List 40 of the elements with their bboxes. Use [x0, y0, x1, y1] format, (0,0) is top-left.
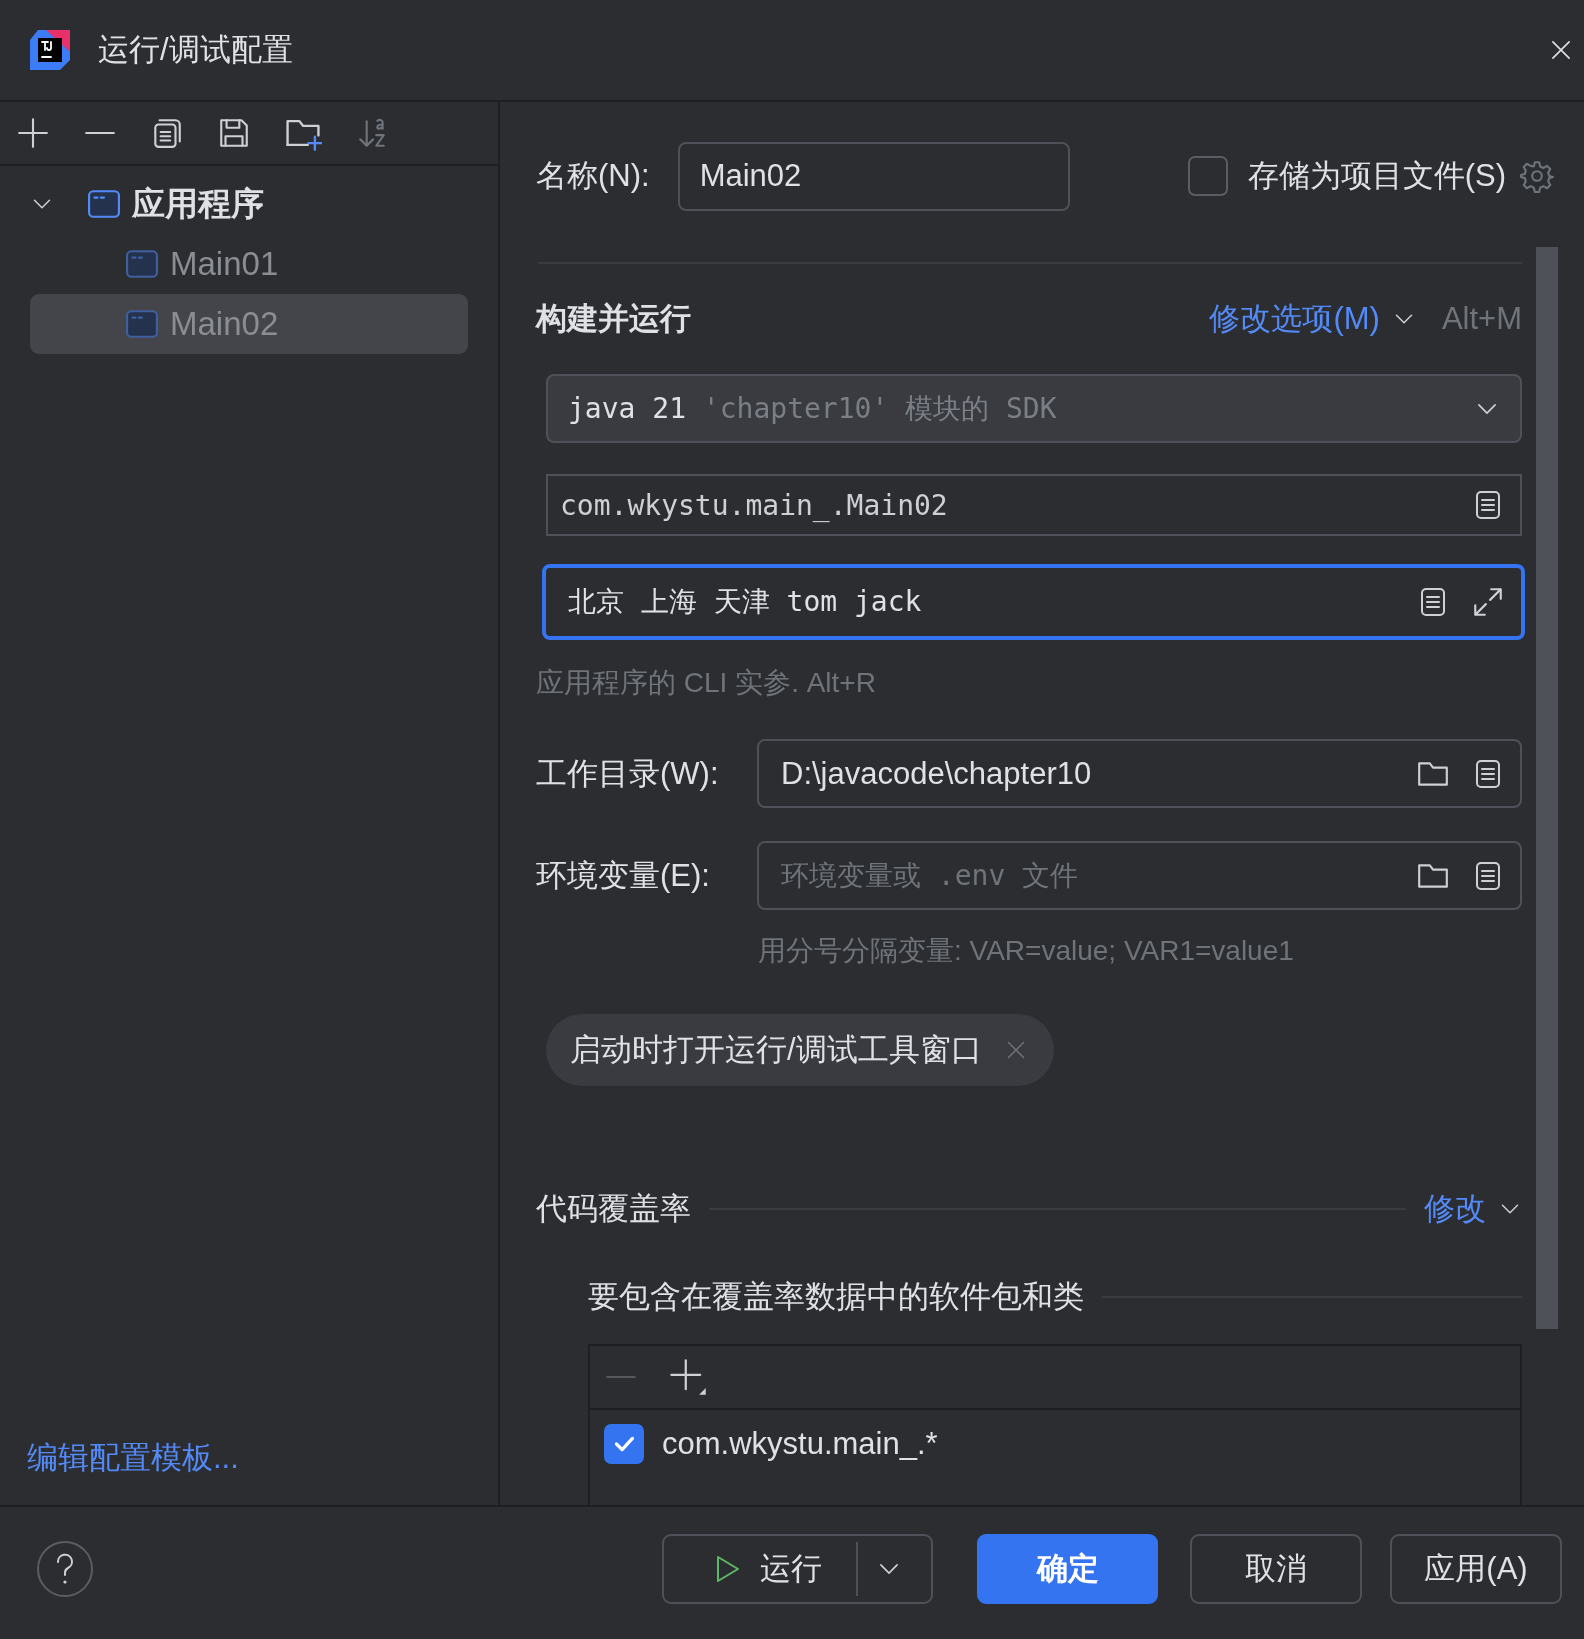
program-arguments-field[interactable]: 北京 上海 天津 tom jack	[542, 564, 1525, 640]
add-icon[interactable]	[668, 1357, 708, 1397]
app-logo-icon	[28, 28, 72, 72]
run-button[interactable]: 运行	[662, 1534, 933, 1604]
section-title: 构建并运行	[536, 300, 691, 338]
checkbox[interactable]	[1187, 156, 1228, 196]
edit-templates-link[interactable]: 编辑配置模板...	[27, 1437, 239, 1479]
shortcut-hint: Alt+M	[1441, 301, 1522, 337]
subsection-title: 要包含在覆盖率数据中的软件包和类	[588, 1278, 1084, 1316]
tree-item[interactable]: Main01	[30, 234, 468, 294]
save-icon[interactable]	[217, 116, 251, 150]
application-icon	[124, 308, 160, 340]
name-label: 名称(N):	[536, 157, 650, 195]
working-directory-field[interactable]: D:\javacode\chapter10	[757, 739, 1522, 808]
settings-icon[interactable]	[1520, 159, 1554, 193]
expand-icon[interactable]	[1471, 585, 1505, 619]
hint-text: 应用程序的 CLI 实参. Alt+R	[536, 666, 877, 700]
name-field[interactable]: Main02	[677, 141, 1070, 211]
help-icon[interactable]	[36, 1540, 94, 1598]
add-icon[interactable]	[16, 116, 50, 150]
tree-item[interactable]: 应用程序	[30, 174, 468, 234]
scrollbar[interactable]	[1536, 247, 1558, 1329]
checkbox[interactable]	[604, 1424, 644, 1464]
main-class-field[interactable]: com.wkystu.main_.Main02	[546, 474, 1522, 536]
field-label: 工作目录(W):	[536, 754, 720, 793]
chip-label: 启动时打开运行/调试工具窗口	[570, 1031, 982, 1069]
modify-options-link[interactable]: 修改选项(M)	[1209, 298, 1416, 340]
hint-text: 用分号分隔变量: VAR=value; VAR1=value1	[758, 934, 1295, 968]
modify-link[interactable]: 修改	[1424, 1188, 1522, 1230]
dialog-button[interactable]: 取消	[1190, 1534, 1362, 1604]
field-label: 环境变量(E):	[536, 856, 711, 895]
application-icon	[124, 248, 160, 280]
application-icon	[86, 188, 122, 220]
ok-button[interactable]: 确定	[977, 1534, 1158, 1604]
section-title: 代码覆盖率	[536, 1190, 691, 1228]
sdk-dropdown[interactable]: java 21 'chapter10' 模块的 SDK	[546, 374, 1522, 443]
window-title: 运行/调试配置	[98, 31, 293, 69]
package-pattern: com.wkystu.main_.*	[662, 1426, 938, 1462]
checkbox-label: 存储为项目文件(S)	[1247, 157, 1506, 195]
dialog-button[interactable]: 应用(A)	[1390, 1534, 1562, 1604]
